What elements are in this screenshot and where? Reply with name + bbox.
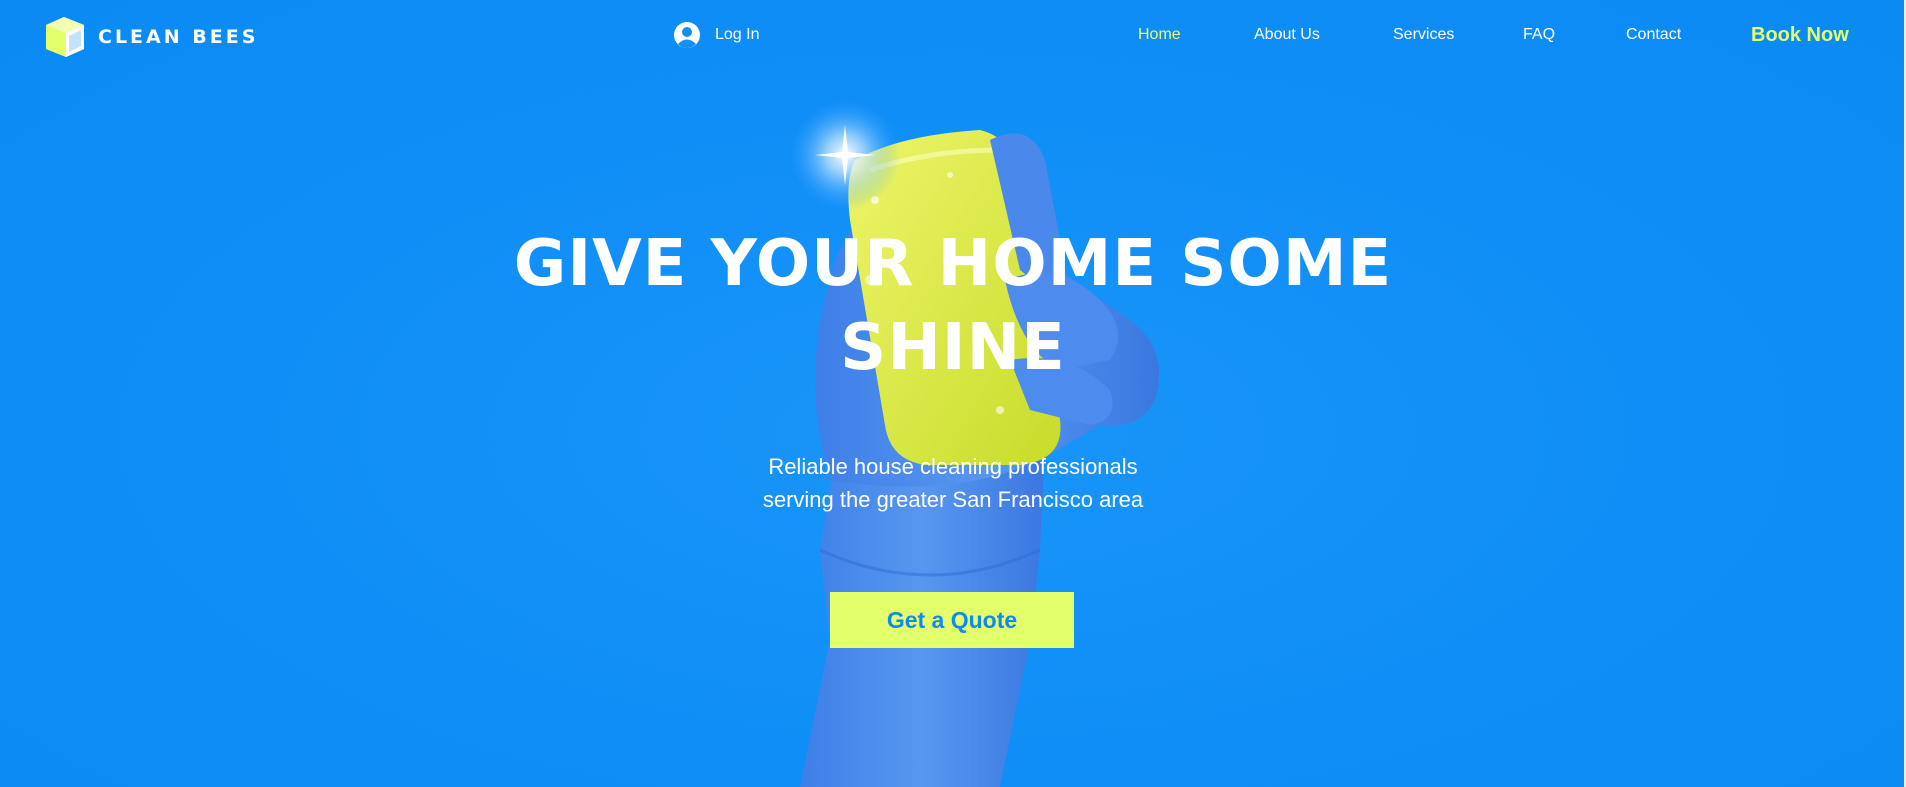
glove-sponge-image xyxy=(790,100,1160,787)
login-link[interactable]: Log In xyxy=(673,21,759,49)
brand-logo[interactable]: CLEAN BEES xyxy=(42,13,258,61)
nav-home[interactable]: Home xyxy=(1138,26,1181,44)
nav-faq[interactable]: FAQ xyxy=(1523,26,1555,44)
nav-contact[interactable]: Contact xyxy=(1626,26,1681,44)
nav-about-us[interactable]: About Us xyxy=(1254,26,1320,44)
get-a-quote-button[interactable]: Get a Quote xyxy=(830,592,1074,648)
hero-title-line1: GIVE YOUR HOME SOME xyxy=(513,227,1393,301)
login-label: Log In xyxy=(715,26,760,43)
hero-subtitle-line2: serving the greater San Francisco area xyxy=(762,487,1144,512)
nav-services[interactable]: Services xyxy=(1393,26,1454,44)
hero-title-line2: SHINE xyxy=(840,311,1066,385)
book-now-link[interactable]: Book Now xyxy=(1751,24,1849,47)
box-logo-icon xyxy=(46,17,84,57)
site-header: CLEAN BEES Log In Home About Us Services… xyxy=(0,0,1906,74)
user-circle-icon xyxy=(674,22,700,48)
hero-subtitle-line1: Reliable house cleaning professionals xyxy=(768,454,1138,479)
hero-title: GIVE YOUR HOME SOME SHINE xyxy=(453,222,1453,390)
hero-subtitle: Reliable house cleaning professionals se… xyxy=(653,450,1253,516)
brand-name: CLEAN BEES xyxy=(98,26,259,48)
